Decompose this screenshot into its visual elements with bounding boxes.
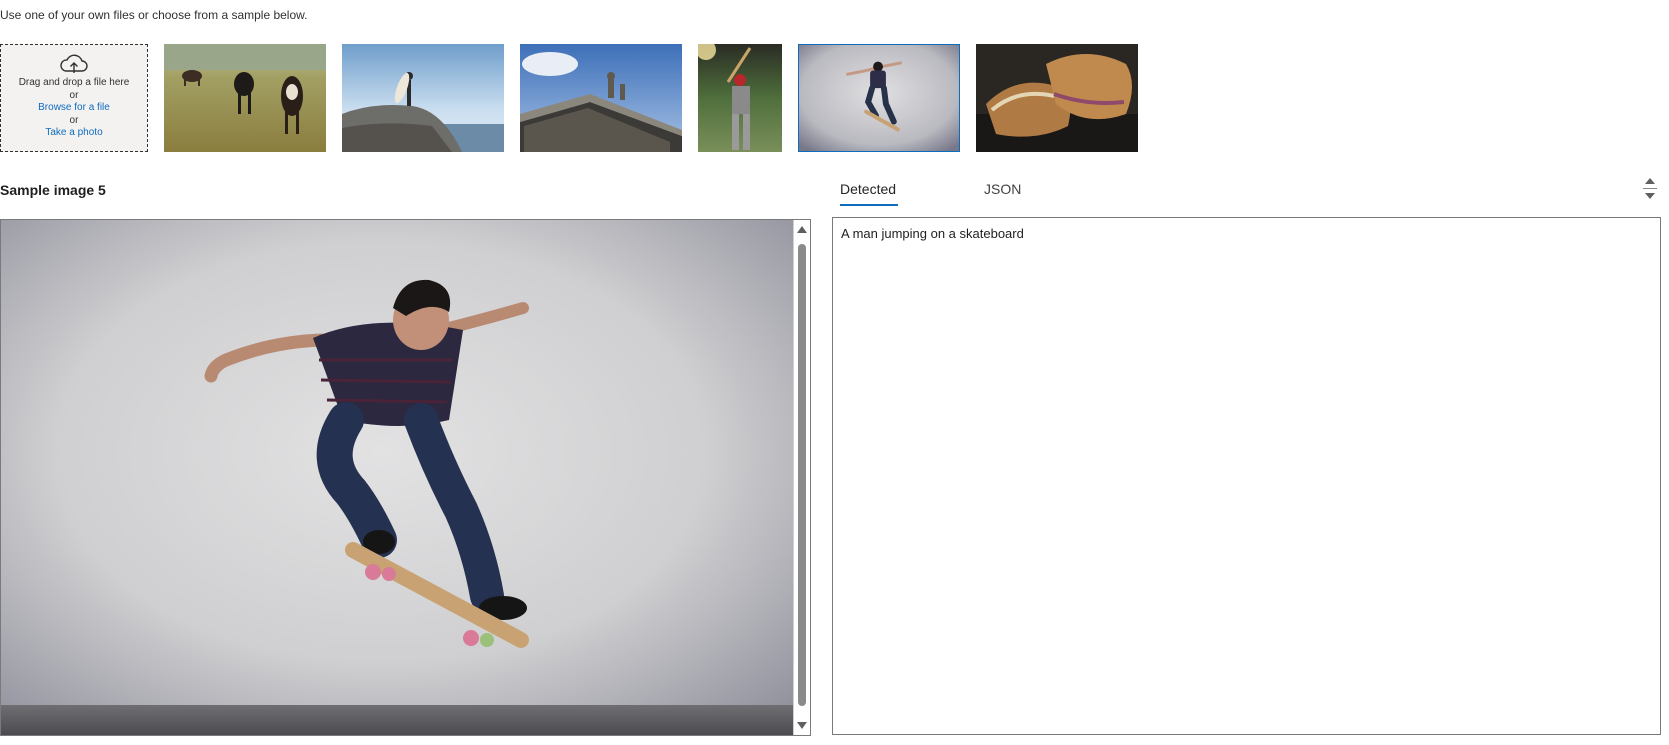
sample-thumbnail-sandwich[interactable]: [976, 44, 1138, 152]
drag-drop-text: Drag and drop a file here: [18, 77, 130, 88]
tab-json[interactable]: JSON: [984, 172, 1021, 206]
cows-image: [164, 44, 326, 152]
surfer-image: [342, 44, 504, 152]
browse-file-link[interactable]: Browse for a file: [1, 102, 147, 115]
panel-spinner[interactable]: [1643, 176, 1657, 204]
skateboarder-image: [1, 220, 794, 735]
or-text: or: [69, 114, 79, 126]
skateboarder-thumbnail-image: [799, 45, 959, 151]
spinner-divider: [1643, 188, 1657, 189]
building-image: [520, 44, 682, 152]
sample-image-title: Sample image 5: [0, 182, 106, 198]
scrollbar-thumb[interactable]: [798, 244, 806, 706]
sample-thumbnail-building[interactable]: [520, 44, 682, 152]
or-text: or: [69, 89, 79, 101]
scroll-down-arrow-icon[interactable]: [797, 722, 807, 729]
sandwich-image: [976, 44, 1138, 152]
caption-result: A man jumping on a skateboard: [841, 226, 1024, 241]
spinner-down-icon[interactable]: [1645, 193, 1655, 199]
spinner-up-icon[interactable]: [1645, 178, 1655, 184]
intro-text: Use one of your own files or choose from…: [0, 8, 308, 22]
cloud-upload-icon: [60, 54, 88, 73]
tab-detected-attributes[interactable]: Detected attributes: [840, 172, 898, 231]
baseball-image: [698, 44, 782, 152]
scroll-up-arrow-icon[interactable]: [797, 226, 807, 233]
sample-thumbnail-skateboarder[interactable]: [798, 44, 960, 152]
detected-attributes-panel: A man jumping on a skateboard: [832, 217, 1661, 735]
sample-thumbnail-surfer[interactable]: [342, 44, 504, 152]
image-viewer: [0, 219, 811, 736]
take-photo-link[interactable]: Take a photo: [1, 127, 147, 140]
file-drop-zone[interactable]: Drag and drop a file here or Browse for …: [0, 44, 148, 152]
image-scrollbar[interactable]: [793, 220, 810, 735]
sample-thumbnail-baseball[interactable]: [698, 44, 782, 152]
sample-thumbnail-cows[interactable]: [164, 44, 326, 152]
